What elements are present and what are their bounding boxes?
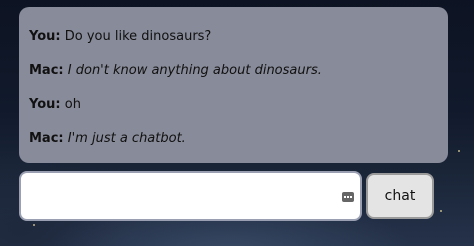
chat-button[interactable]: chat [366, 173, 434, 219]
message-text: I'm just a chatbot. [67, 131, 186, 146]
message-text: I don't know anything about dinosaurs. [67, 63, 322, 78]
chat-message: You: oh [29, 97, 438, 131]
keyboard-icon[interactable] [342, 192, 354, 202]
chat-log: You: Do you like dinosaurs? Mac: I don't… [19, 7, 448, 163]
message-speaker: You: [29, 97, 61, 112]
chat-message: Mac: I'm just a chatbot. [29, 131, 438, 165]
message-text: oh [64, 97, 81, 112]
message-speaker: Mac: [29, 131, 64, 146]
message-speaker: You: [29, 29, 61, 44]
chat-message: Mac: I don't know anything about dinosau… [29, 63, 438, 97]
message-text: Do you like dinosaurs? [64, 29, 212, 44]
message-speaker: Mac: [29, 63, 64, 78]
chat-input[interactable] [19, 171, 362, 221]
chat-message: You: Do you like dinosaurs? [29, 29, 438, 63]
